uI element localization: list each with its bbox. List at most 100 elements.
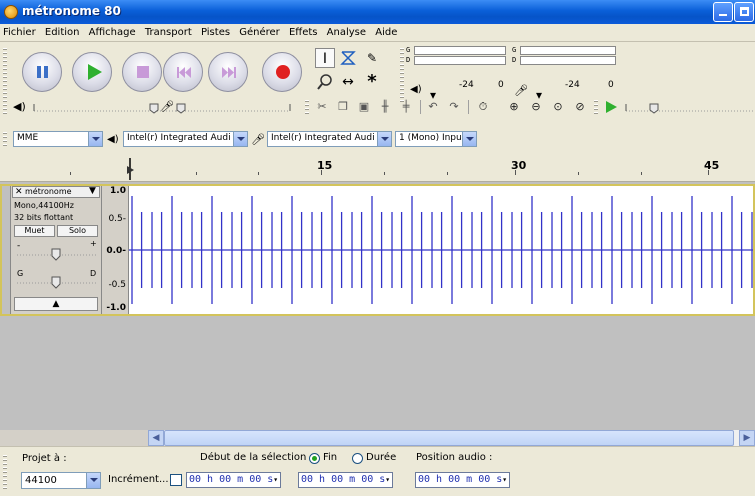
undo-button[interactable]: ↶ [424, 98, 442, 116]
end-radio[interactable] [309, 453, 320, 464]
zoom-out-button[interactable]: ⊖ [527, 98, 545, 116]
minimize-icon [719, 14, 727, 16]
menu-transport[interactable]: Transport [142, 24, 195, 38]
audio-position-label: Position audio : [416, 452, 493, 463]
playback-device-select[interactable]: Intel(r) Integrated Audi [123, 131, 248, 147]
selection-start-time[interactable]: 00 h 00 m 00 s▾ [186, 472, 282, 488]
fit-project-button[interactable]: ⊘ [571, 98, 589, 116]
copy-button[interactable]: ❐ [334, 98, 352, 116]
menu-generer[interactable]: Générer [236, 24, 283, 38]
ruler-tick [258, 172, 259, 175]
cut-button[interactable]: ✂ [313, 98, 331, 116]
track-name-menu[interactable]: ✕ métronome ▼ [12, 186, 100, 198]
pause-button[interactable] [22, 52, 62, 92]
sync-lock-button[interactable]: ⏱︎ [474, 98, 492, 116]
menu-analyse[interactable]: Analyse [324, 24, 369, 38]
waveform-display[interactable] [128, 184, 755, 316]
paste-button[interactable]: ▣ [355, 98, 373, 116]
scroll-left-button[interactable]: ◀ [148, 430, 164, 446]
menu-effets[interactable]: Effets [286, 24, 321, 38]
timeshift-tool-button[interactable]: ↔ [338, 72, 358, 92]
ruler-tick [641, 172, 642, 175]
skip-to-start-button[interactable] [163, 52, 203, 92]
chevron-down-icon [233, 132, 247, 146]
play-button[interactable] [72, 52, 112, 92]
menu-affichage[interactable]: Affichage [86, 24, 139, 38]
audio-position-time[interactable]: 00 h 00 m 00 s▾ [415, 472, 511, 488]
menu-pistes[interactable]: Pistes [198, 24, 233, 38]
record-meter-right-label: D [512, 56, 517, 64]
mute-button[interactable]: Muet [14, 225, 55, 237]
playat-grip[interactable] [594, 100, 598, 114]
selection-grip[interactable] [3, 455, 7, 491]
selection-start-label: Début de la sélection [200, 452, 307, 463]
record-button[interactable] [262, 52, 302, 92]
collapse-track-button[interactable]: ▲ [14, 297, 98, 311]
end-label: Fin [323, 452, 338, 463]
play-scale-max: 0 [498, 80, 504, 90]
ruler-tick [708, 170, 709, 175]
minimize-button[interactable] [713, 2, 733, 22]
timeline-ruler[interactable]: 15 30 45 [0, 152, 755, 182]
amplitude-ruler: 1.0 0.5- 0.0- -0.5 -1.0 [102, 184, 128, 316]
record-volume-slider[interactable] [174, 100, 294, 114]
solo-button[interactable]: Solo [57, 225, 98, 237]
magnifier-icon [317, 74, 332, 90]
device-grip[interactable] [3, 132, 7, 146]
ruler-tick [196, 172, 197, 175]
scroll-right-button[interactable]: ▶ [739, 430, 755, 446]
edit-grip[interactable] [305, 100, 309, 114]
play-icon [88, 64, 102, 80]
ruler-tick [384, 172, 385, 175]
draw-tool-button[interactable]: ✎ [362, 48, 382, 68]
ruler-tick [578, 172, 579, 175]
envelope-icon [340, 51, 356, 65]
stop-button[interactable] [122, 52, 162, 92]
ruler-label-45: 45 [704, 159, 720, 172]
trim-button[interactable]: ╫ [376, 98, 394, 116]
collapse-triangle-icon: ▲ [52, 299, 60, 309]
silence-button[interactable]: ╪ [397, 98, 415, 116]
scale-top: 1.0 [110, 186, 126, 196]
mixer-grip[interactable] [3, 100, 7, 114]
multi-tool-button[interactable]: * [362, 72, 382, 92]
recording-channels-select[interactable]: 1 (Mono) Inpu [395, 131, 477, 147]
zoom-in-button[interactable]: ⊕ [505, 98, 523, 116]
fit-selection-button[interactable]: ⊙ [549, 98, 567, 116]
pan-slider[interactable] [15, 275, 99, 291]
menu-edition[interactable]: Edition [42, 24, 83, 38]
audio-host-select[interactable]: MME [13, 131, 103, 147]
duration-radio[interactable] [352, 453, 363, 464]
menu-fichier[interactable]: Fichier [0, 24, 39, 38]
project-rate-select[interactable]: 44100 [21, 472, 101, 489]
speaker-icon: ◀) [13, 100, 26, 113]
maximize-button[interactable] [734, 2, 754, 22]
scissors-icon: ✂ [317, 100, 327, 113]
zoom-tool-button[interactable] [315, 72, 335, 92]
recording-device-select[interactable]: Intel(r) Integrated Audi [267, 131, 392, 147]
track-close-icon[interactable]: ✕ [15, 187, 23, 197]
scale-bottom: -1.0 [106, 303, 126, 313]
play-meter-left-label: G [406, 46, 411, 54]
horizontal-scrollbar[interactable]: ◀ ▶ [148, 430, 755, 446]
chevron-down-icon [462, 132, 476, 146]
speaker-icon: ◀) [107, 134, 119, 145]
ruler-label-15: 15 [317, 159, 333, 172]
snap-checkbox[interactable] [170, 474, 182, 486]
redo-button[interactable]: ↷ [445, 98, 463, 116]
envelope-tool-button[interactable] [338, 48, 358, 68]
play-head-marker-icon [127, 158, 134, 180]
scroll-thumb[interactable] [164, 430, 734, 446]
ruler-tick [515, 170, 516, 175]
selection-tool-button[interactable]: I [315, 48, 335, 68]
record-scale-min: -24 [565, 80, 580, 90]
gain-slider[interactable] [15, 247, 99, 263]
timer-icon: ⏱︎ [478, 100, 488, 113]
selection-start-value: 00 h 00 m 00 s [189, 474, 274, 485]
asterisk-icon: * [367, 71, 377, 92]
play-at-speed-icon[interactable] [602, 98, 620, 116]
play-speed-slider[interactable] [624, 100, 755, 114]
menu-aide[interactable]: Aide [372, 24, 400, 38]
selection-end-time[interactable]: 00 h 00 m 00 s▾ [298, 472, 394, 488]
skip-to-end-button[interactable] [208, 52, 248, 92]
